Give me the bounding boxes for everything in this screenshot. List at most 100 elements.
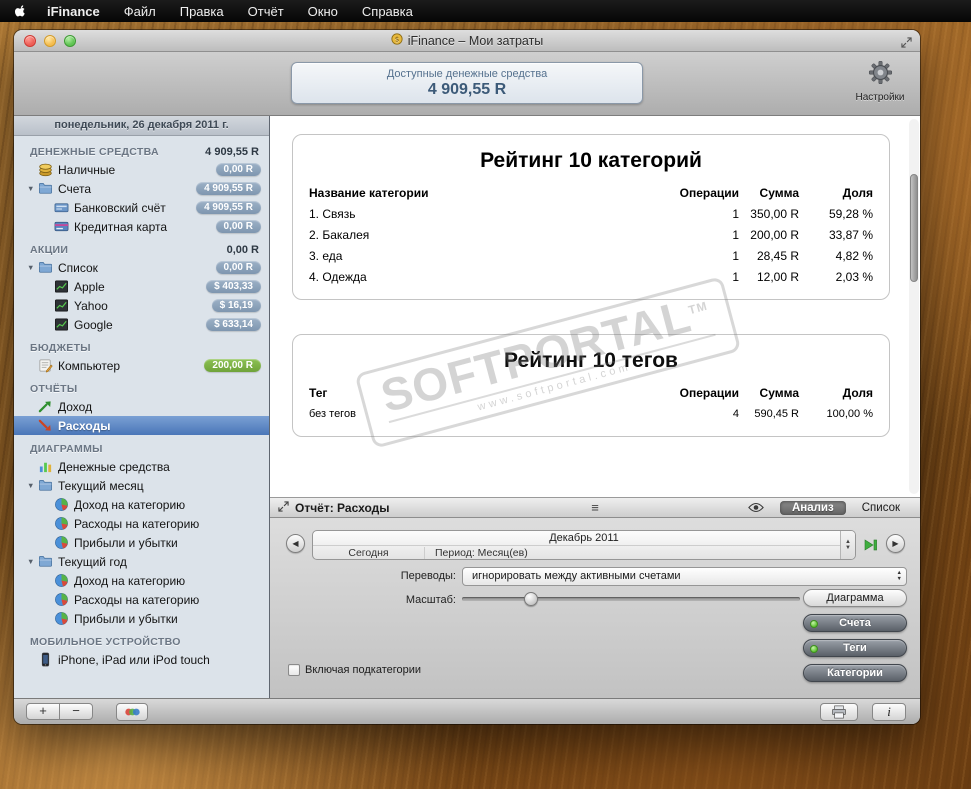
column-header: Доля (842, 385, 873, 400)
today-button[interactable]: Сегодня (313, 546, 425, 559)
menu-window[interactable]: Окно (308, 4, 338, 19)
settings-button[interactable]: Настройки (848, 59, 912, 103)
window-footer: + − i (14, 698, 920, 724)
tags-table-header: Тег Операции Сумма Доля (293, 382, 889, 403)
sidebar-item[interactable]: Доход на категорию (14, 571, 269, 590)
sidebar-item[interactable]: Банковский счёт 4 909,55 R (14, 198, 269, 217)
sidebar-item[interactable]: Расходы на категорию (14, 514, 269, 533)
sidebar-item[interactable]: Доход на категорию (14, 495, 269, 514)
menu-edit[interactable]: Правка (180, 4, 224, 19)
skip-to-latest-button[interactable] (864, 538, 878, 556)
grip-icon[interactable]: ≡ (591, 500, 599, 515)
sidebar-item[interactable]: ▼ Текущий месяц (14, 476, 269, 495)
value-badge: $ 403,33 (206, 280, 261, 293)
eye-icon[interactable] (748, 502, 764, 513)
column-header: Тег (309, 385, 328, 400)
sidebar-item[interactable]: Yahoo $ 16,19 (14, 296, 269, 315)
card-icon (54, 219, 71, 234)
apple-icon[interactable] (14, 4, 27, 18)
scrollbar-thumb[interactable] (910, 174, 918, 282)
sidebar-item[interactable]: ▼ Текущий год (14, 552, 269, 571)
sidebar-item-label: Прибыли и убытки (74, 611, 178, 626)
toolbar-toggle-icon[interactable] (901, 35, 912, 53)
sidebar-item[interactable]: Доход (14, 397, 269, 416)
value-badge: 0,00 R (215, 220, 261, 233)
value-badge: 4 909,55 R (196, 201, 261, 214)
disclosure-triangle-icon[interactable]: ▼ (27, 481, 38, 490)
minimize-button[interactable] (44, 35, 56, 47)
sidebar-item[interactable]: Расходы на категорию (14, 590, 269, 609)
report-row: 1. Связь 1 350,00 R 59,28 % (309, 206, 873, 221)
sidebar-item-label: Список (58, 260, 98, 275)
colored-circles-icon (124, 708, 140, 716)
chart-button[interactable]: Диаграмма (803, 589, 907, 607)
sidebar-item[interactable]: ▼ Список 0,00 R (14, 258, 269, 277)
expense-icon (38, 418, 55, 433)
green-dot-icon (810, 645, 818, 653)
sidebar-item-label: Счета (58, 181, 92, 196)
value-badge: 0,00 R (215, 261, 261, 274)
sidebar-item[interactable]: Google $ 633,14 (14, 315, 269, 334)
app-window: $ iFinance – Мои затраты Доступные денеж… (14, 30, 920, 724)
tags-button[interactable]: Теги (803, 639, 907, 657)
sidebar-item[interactable]: iPhone, iPad или iPod touch (14, 650, 269, 669)
sidebar-item-label: Google (74, 317, 113, 332)
sidebar-item-label: Расходы на категорию (74, 516, 200, 531)
accounts-button[interactable]: Счета (803, 614, 907, 632)
value-badge: 4 909,55 R (196, 182, 261, 195)
smart-group-button[interactable] (116, 703, 148, 721)
menu-ifinance[interactable]: iFinance (47, 4, 100, 19)
sidebar-item[interactable]: Расходы (14, 416, 269, 435)
add-button[interactable]: + (26, 703, 60, 720)
slider-thumb[interactable] (524, 592, 538, 606)
print-button[interactable] (820, 703, 858, 721)
expand-panel-icon[interactable] (278, 500, 289, 515)
sidebar-item-label: Расходы (58, 418, 111, 433)
menu-file[interactable]: Файл (124, 4, 156, 19)
tab-list[interactable]: Список (850, 501, 912, 515)
tags-rows: без тегов 4 590,45 R 100,00 % (293, 403, 889, 436)
section-total: 4 909,55 R (205, 146, 259, 158)
sidebar-item[interactable]: ▼ Счета 4 909,55 R (14, 179, 269, 198)
previous-period-button[interactable]: ◀ (286, 534, 305, 553)
sidebar-item[interactable]: Прибыли и убытки (14, 609, 269, 628)
disclosure-triangle-icon[interactable]: ▼ (27, 263, 38, 272)
next-period-button[interactable]: ▶ (886, 534, 905, 553)
window-titlebar[interactable]: $ iFinance – Мои затраты (14, 30, 920, 52)
disclosure-triangle-icon[interactable]: ▼ (27, 184, 38, 193)
sidebar-item-label: Доход на категорию (74, 497, 186, 512)
sidebar-item[interactable]: Apple $ 403,33 (14, 277, 269, 296)
zoom-button[interactable] (64, 35, 76, 47)
sidebar-item-label: Денежные средства (58, 459, 170, 474)
sidebar-item[interactable]: Кредитная карта 0,00 R (14, 217, 269, 236)
sidebar-item-label: Доход на категорию (74, 573, 186, 588)
tab-analysis[interactable]: Анализ (779, 500, 846, 515)
period-navigator[interactable]: Декабрь 2011 Сегодня Период: Месяц(ев) ▲… (312, 530, 856, 560)
sidebar-item[interactable]: Компьютер 200,00 R (14, 356, 269, 375)
transfers-dropdown[interactable]: игнорировать между активными счетами ▲ ▼ (462, 567, 907, 586)
report-row: 2. Бакалея 1 200,00 R 33,87 % (309, 227, 873, 242)
remove-button[interactable]: − (59, 703, 93, 720)
sidebar-item[interactable]: Наличные 0,00 R (14, 160, 269, 179)
sidebar-item-label: Наличные (58, 162, 116, 177)
window-controls (24, 35, 76, 47)
tags-report-title: Рейтинг 10 тегов (504, 349, 678, 372)
close-button[interactable] (24, 35, 36, 47)
folder-icon (38, 181, 55, 196)
sidebar-item[interactable]: Денежные средства (14, 457, 269, 476)
info-button[interactable]: i (872, 703, 906, 721)
section-total: 0,00 R (226, 244, 259, 256)
sidebar-item[interactable]: Прибыли и убытки (14, 533, 269, 552)
categories-button[interactable]: Категории (803, 664, 907, 682)
period-stepper[interactable]: ▲ ▼ (840, 531, 855, 559)
disclosure-triangle-icon[interactable]: ▼ (27, 557, 38, 566)
value-badge: $ 16,19 (211, 299, 261, 312)
period-setting-label: Период: Месяц(ев) (435, 546, 528, 559)
printer-icon (832, 705, 846, 719)
report-row: 3. еда 1 28,45 R 4,82 % (309, 248, 873, 263)
report-canvas: Рейтинг 10 категорий Название категории … (270, 116, 920, 497)
include-subcategories-checkbox[interactable]: Включая подкатегории (288, 664, 421, 676)
scale-slider[interactable] (462, 591, 800, 607)
menu-help[interactable]: Справка (362, 4, 413, 19)
menu-report[interactable]: Отчёт (248, 4, 284, 19)
